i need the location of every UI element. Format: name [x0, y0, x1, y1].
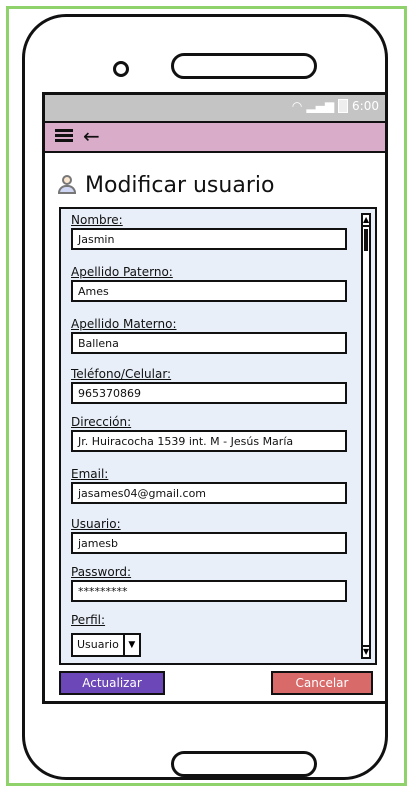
- battery-icon: [338, 99, 349, 113]
- field-label: Apellido Materno:: [71, 317, 177, 331]
- field-usuario: Usuario: jamesb: [71, 517, 347, 554]
- apellido-materno-input[interactable]: Ballena: [71, 332, 347, 354]
- field-label: Perfil:: [71, 613, 106, 627]
- field-label: Password:: [71, 565, 132, 579]
- password-input[interactable]: *********: [71, 580, 347, 602]
- speaker-slot: [171, 53, 317, 79]
- field-password: Password: *********: [71, 565, 347, 602]
- status-bar: ◠ ▂▄▆ 6:00: [45, 95, 385, 121]
- usuario-input[interactable]: jamesb: [71, 532, 347, 554]
- home-button[interactable]: [171, 751, 317, 777]
- hamburger-menu-icon[interactable]: [55, 129, 73, 143]
- field-label: Dirección:: [71, 415, 132, 429]
- direccion-input[interactable]: Jr. Huiracocha 1539 int. M - Jesús María: [71, 430, 347, 452]
- scrollbar[interactable]: ▲ ▼: [361, 213, 371, 659]
- field-label: Teléfono/Celular:: [71, 367, 172, 381]
- update-button[interactable]: Actualizar: [59, 671, 165, 695]
- email-input[interactable]: jasames04@gmail.com: [71, 482, 347, 504]
- perfil-select[interactable]: Usuario ▼: [71, 633, 149, 657]
- back-arrow-icon[interactable]: ←: [83, 125, 100, 147]
- cancel-button[interactable]: Cancelar: [271, 671, 373, 695]
- field-label: Apellido Paterno:: [71, 265, 173, 279]
- field-label: Email:: [71, 467, 109, 481]
- field-label: Usuario:: [71, 517, 121, 531]
- page-title: Modificar usuario: [85, 172, 275, 198]
- user-icon: [57, 175, 77, 195]
- signal-icon: ▂▄▆: [306, 99, 335, 113]
- chevron-down-icon[interactable]: ▼: [124, 633, 141, 657]
- scroll-down-icon[interactable]: ▼: [363, 645, 369, 657]
- scroll-thumb[interactable]: [364, 229, 368, 251]
- field-perfil: Perfil:: [71, 613, 347, 627]
- field-apellido-paterno: Apellido Paterno: Ames: [71, 265, 347, 302]
- page-header: Modificar usuario: [57, 169, 385, 201]
- status-icons: ◠ ▂▄▆ 6:00: [292, 99, 379, 113]
- wifi-icon: ◠: [291, 99, 303, 113]
- apellido-paterno-input[interactable]: Ames: [71, 280, 347, 302]
- form-panel: Nombre: Jasmin Apellido Paterno: Ames Ap…: [59, 207, 377, 665]
- field-email: Email: jasames04@gmail.com: [71, 467, 347, 504]
- perfil-select-value[interactable]: Usuario: [71, 633, 125, 657]
- field-direccion: Dirección: Jr. Huiracocha 1539 int. M - …: [71, 415, 347, 452]
- status-time: 6:00: [352, 99, 379, 113]
- app-bar: ←: [45, 121, 385, 153]
- telefono-input[interactable]: 965370869: [71, 382, 347, 404]
- phone-screen: ◠ ▂▄▆ 6:00 ← Modificar usuario Nombre: J…: [42, 92, 388, 704]
- scroll-up-icon[interactable]: ▲: [363, 215, 369, 227]
- camera-icon: [113, 61, 129, 77]
- field-telefono: Teléfono/Celular: 965370869: [71, 367, 347, 404]
- field-label: Nombre:: [71, 213, 123, 227]
- field-nombre: Nombre: Jasmin: [71, 213, 347, 250]
- nombre-input[interactable]: Jasmin: [71, 228, 347, 250]
- field-apellido-materno: Apellido Materno: Ballena: [71, 317, 347, 354]
